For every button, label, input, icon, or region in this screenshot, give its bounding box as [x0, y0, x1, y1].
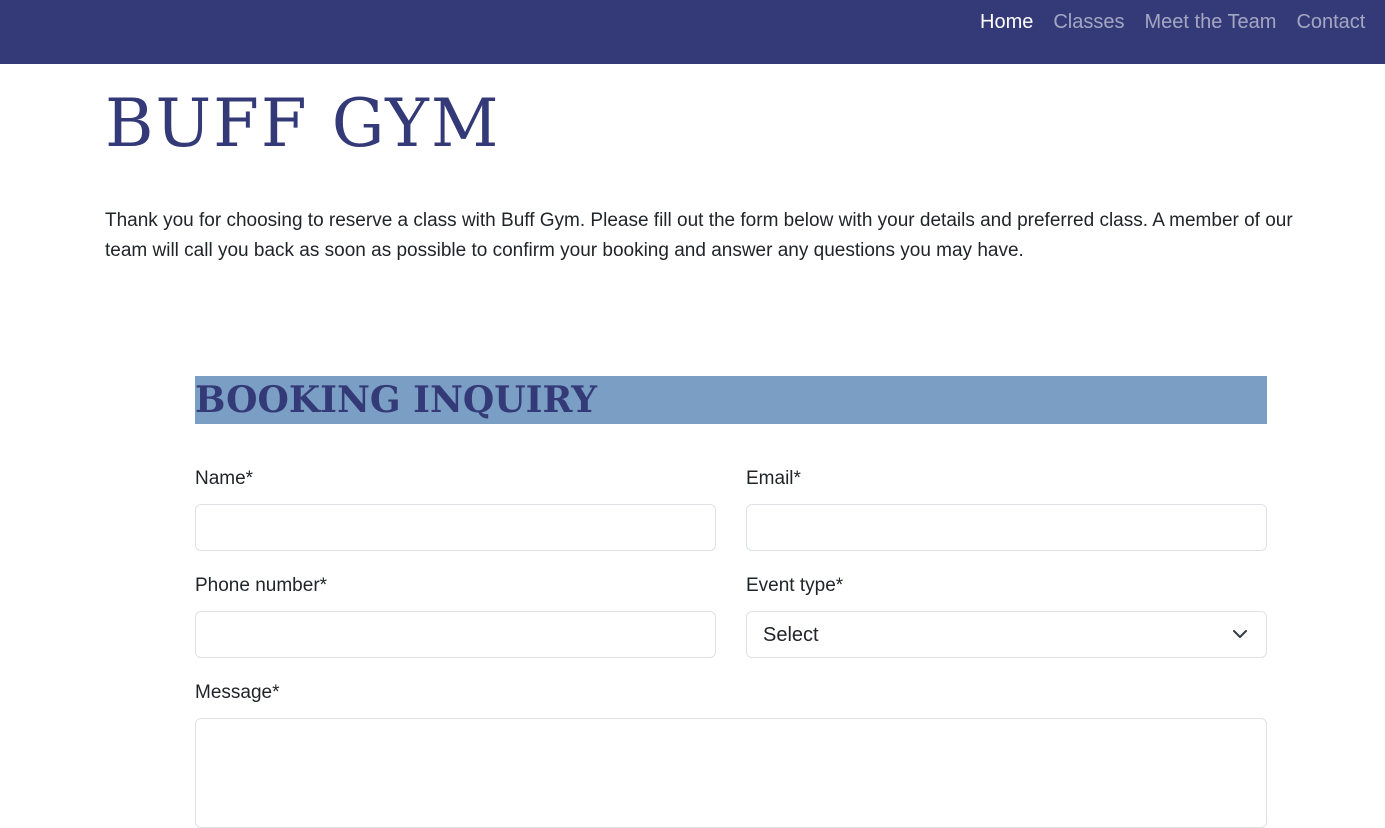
- form-heading: BOOKING INQUIRY: [195, 376, 1267, 424]
- name-label: Name*: [195, 468, 254, 489]
- phone-label: Phone number*: [195, 575, 328, 596]
- event-type-label: Event type*: [746, 575, 844, 596]
- booking-form: BOOKING INQUIRY Name* Email* Phone numbe…: [195, 376, 1267, 828]
- event-type-select[interactable]: Select: [746, 611, 1267, 658]
- nav-link-contact[interactable]: Contact: [1296, 10, 1365, 34]
- top-navbar: Home Classes Meet the Team Contact: [0, 0, 1385, 64]
- nav-link-meet-the-team[interactable]: Meet the Team: [1145, 10, 1277, 34]
- email-input[interactable]: [746, 504, 1267, 551]
- nav-links: Home Classes Meet the Team Contact: [980, 10, 1365, 34]
- nav-link-home[interactable]: Home: [980, 10, 1033, 34]
- phone-input[interactable]: [195, 611, 716, 658]
- chevron-down-icon: [1233, 630, 1247, 638]
- intro-paragraph: Thank you for choosing to reserve a clas…: [105, 210, 1293, 261]
- message-label: Message*: [195, 682, 280, 703]
- message-textarea[interactable]: [195, 718, 1267, 828]
- name-input[interactable]: [195, 504, 716, 551]
- nav-link-classes[interactable]: Classes: [1053, 10, 1124, 34]
- site-title: BUFF GYM: [105, 85, 501, 162]
- event-type-selected-value: Select: [763, 624, 819, 646]
- email-label: Email*: [746, 468, 801, 489]
